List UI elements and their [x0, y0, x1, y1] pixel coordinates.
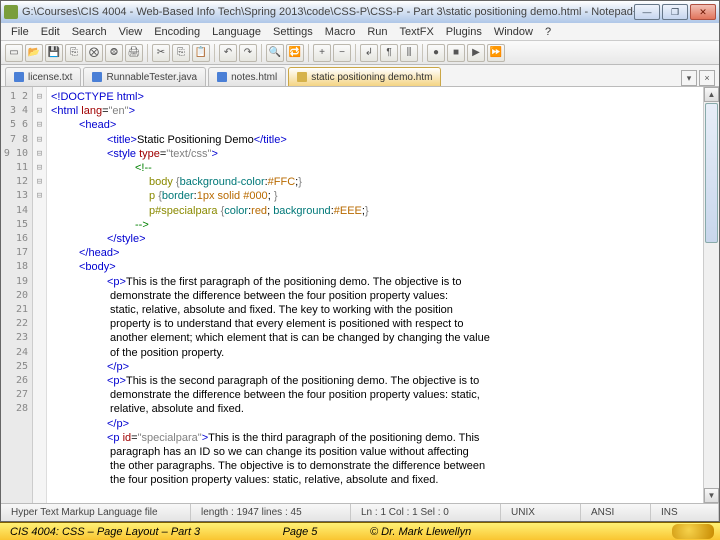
- menu-plugins[interactable]: Plugins: [440, 26, 488, 38]
- menu-help[interactable]: ?: [539, 26, 557, 38]
- cut-icon[interactable]: ✂: [152, 44, 170, 62]
- stop-macro-icon[interactable]: ■: [447, 44, 465, 62]
- footer-course: CIS 4004: CSS – Page Layout – Part 3: [0, 526, 240, 538]
- find-icon[interactable]: 🔍: [266, 44, 284, 62]
- status-insert: INS: [651, 504, 719, 521]
- zoom-in-icon[interactable]: +: [313, 44, 331, 62]
- toolbar-sep: [308, 44, 309, 62]
- paste-icon[interactable]: 📋: [192, 44, 210, 62]
- footer-author: © Dr. Mark Llewellyn: [360, 526, 481, 538]
- menu-view[interactable]: View: [113, 26, 149, 38]
- vertical-scrollbar[interactable]: ▲ ▼: [703, 87, 719, 503]
- new-file-icon[interactable]: ▭: [5, 44, 23, 62]
- editor: 1 2 3 4 5 6 7 8 9 10 11 12 13 14 15 16 1…: [1, 87, 719, 503]
- code-area[interactable]: <!DOCTYPE html><html lang="en"><head><ti…: [47, 87, 703, 503]
- tab-license[interactable]: license.txt: [5, 67, 81, 86]
- status-position: Ln : 1 Col : 1 Sel : 0: [351, 504, 501, 521]
- file-icon: [14, 72, 24, 82]
- copy-icon[interactable]: ⎘: [172, 44, 190, 62]
- statusbar: Hyper Text Markup Language file length :…: [1, 503, 719, 521]
- scroll-up-icon[interactable]: ▲: [704, 87, 719, 102]
- menu-edit[interactable]: Edit: [35, 26, 66, 38]
- indent-guide-icon[interactable]: ⫼: [400, 44, 418, 62]
- record-macro-icon[interactable]: ●: [427, 44, 445, 62]
- status-eol: UNIX: [501, 504, 581, 521]
- tab-list-icon[interactable]: ▾: [681, 70, 697, 86]
- toolbar-sep: [147, 44, 148, 62]
- toolbar-sep: [214, 44, 215, 62]
- menu-window[interactable]: Window: [488, 26, 539, 38]
- wrap-icon[interactable]: ↲: [360, 44, 378, 62]
- toolbar-sep: [261, 44, 262, 62]
- close-file-icon[interactable]: ⨂: [85, 44, 103, 62]
- menu-settings[interactable]: Settings: [267, 26, 319, 38]
- menu-file[interactable]: File: [5, 26, 35, 38]
- play-macro-icon[interactable]: ▶: [467, 44, 485, 62]
- save-icon[interactable]: 💾: [45, 44, 63, 62]
- status-encoding: ANSI: [581, 504, 651, 521]
- scroll-down-icon[interactable]: ▼: [704, 488, 719, 503]
- close-all-icon[interactable]: ⨷: [105, 44, 123, 62]
- fold-gutter[interactable]: ⊟ ⊟ ⊟ ⊟ ⊟ ⊟ ⊟ ⊟: [33, 87, 47, 503]
- undo-icon[interactable]: ↶: [219, 44, 237, 62]
- footer-page: Page 5: [240, 526, 360, 538]
- titlebar[interactable]: G:\Courses\CIS 4004 - Web-Based Info Tec…: [1, 1, 719, 23]
- tab-close-icon[interactable]: ×: [699, 70, 715, 86]
- toolbar-sep: [355, 44, 356, 62]
- line-gutter: 1 2 3 4 5 6 7 8 9 10 11 12 13 14 15 16 1…: [1, 87, 33, 503]
- show-chars-icon[interactable]: ¶: [380, 44, 398, 62]
- menu-language[interactable]: Language: [206, 26, 267, 38]
- slide-footer: CIS 4004: CSS – Page Layout – Part 3 Pag…: [0, 522, 720, 540]
- file-icon: [92, 72, 102, 82]
- tab-runnable[interactable]: RunnableTester.java: [83, 67, 206, 86]
- save-all-icon[interactable]: ⎘: [65, 44, 83, 62]
- tabbar: license.txt RunnableTester.java notes.ht…: [1, 65, 719, 87]
- close-button[interactable]: ✕: [690, 4, 716, 20]
- toolbar-sep: [422, 44, 423, 62]
- status-filetype: Hyper Text Markup Language file: [1, 504, 191, 521]
- menu-encoding[interactable]: Encoding: [148, 26, 206, 38]
- tab-notes[interactable]: notes.html: [208, 67, 286, 86]
- window-title: G:\Courses\CIS 4004 - Web-Based Info Tec…: [22, 6, 634, 18]
- app-icon: [4, 5, 18, 19]
- menu-macro[interactable]: Macro: [319, 26, 362, 38]
- ucf-logo-icon: [672, 524, 714, 539]
- menubar: File Edit Search View Encoding Language …: [1, 23, 719, 41]
- zoom-out-icon[interactable]: −: [333, 44, 351, 62]
- open-file-icon[interactable]: 📂: [25, 44, 43, 62]
- maximize-button[interactable]: ❐: [662, 4, 688, 20]
- minimize-button[interactable]: —: [634, 4, 660, 20]
- app-window: G:\Courses\CIS 4004 - Web-Based Info Tec…: [0, 0, 720, 522]
- replace-icon[interactable]: 🔁: [286, 44, 304, 62]
- menu-search[interactable]: Search: [66, 26, 113, 38]
- menu-textfx[interactable]: TextFX: [394, 26, 440, 38]
- tab-static-positioning[interactable]: static positioning demo.htm: [288, 67, 441, 86]
- status-length: length : 1947 lines : 45: [191, 504, 351, 521]
- toolbar: ▭ 📂 💾 ⎘ ⨂ ⨷ 🖨 ✂ ⎘ 📋 ↶ ↷ 🔍 🔁 + − ↲ ¶ ⫼ ● …: [1, 41, 719, 65]
- file-icon: [297, 72, 307, 82]
- file-icon: [217, 72, 227, 82]
- scroll-thumb[interactable]: [705, 103, 718, 243]
- play-multi-icon[interactable]: ⏩: [487, 44, 505, 62]
- print-icon[interactable]: 🖨: [125, 44, 143, 62]
- redo-icon[interactable]: ↷: [239, 44, 257, 62]
- menu-run[interactable]: Run: [361, 26, 393, 38]
